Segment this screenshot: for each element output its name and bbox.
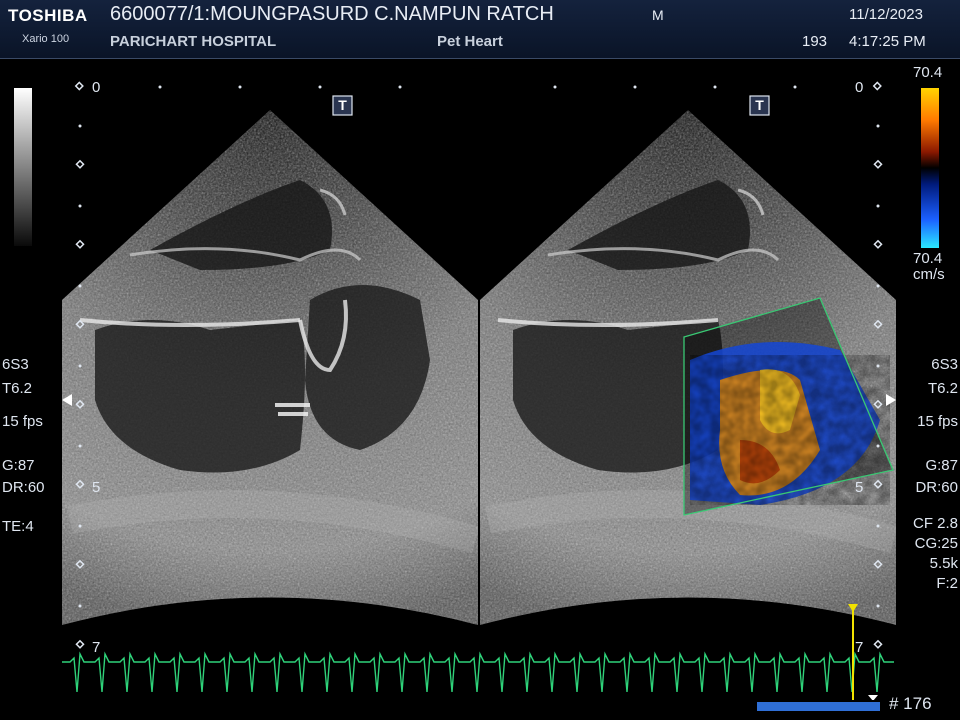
depth-label-bottom-left: 7 bbox=[92, 639, 101, 656]
image-counter: 193 bbox=[802, 33, 828, 50]
cine-end-marker bbox=[868, 695, 878, 700]
orientation-label-right: T bbox=[755, 97, 764, 113]
cine-progress-bar[interactable] bbox=[757, 702, 880, 711]
left-gain: G:87 bbox=[2, 457, 35, 474]
depth-label-mid-left: 5 bbox=[92, 479, 101, 496]
depth-label-bottom-right: 7 bbox=[855, 639, 864, 656]
header-bar: TOSHIBA Xario 100 6600077/1:MOUNGPASURD … bbox=[0, 0, 960, 59]
right-prf: 5.5k bbox=[929, 555, 958, 572]
right-frequency: T6.2 bbox=[927, 380, 958, 397]
right-filter: F:2 bbox=[936, 575, 958, 592]
frame-number: # 176 bbox=[889, 694, 932, 713]
depth-label-top-right: 0 bbox=[855, 79, 864, 96]
exam-date: 11/12/2023 bbox=[849, 6, 923, 23]
right-color-gain: CG:25 bbox=[914, 535, 958, 552]
left-frame-rate: 15 fps bbox=[2, 413, 43, 430]
right-color-doppler-image bbox=[480, 110, 896, 625]
patient-id: 6600077/1:MOUNGPASURD C.NAMPUN RATCH bbox=[110, 3, 554, 25]
right-color-frequency: CF 2.8 bbox=[912, 515, 958, 532]
ultrasound-view bbox=[62, 81, 896, 700]
patient-sex: M bbox=[652, 7, 664, 23]
model-name: Xario 100 bbox=[22, 33, 70, 45]
left-frequency: T6.2 bbox=[2, 380, 33, 397]
depth-label-top-left: 0 bbox=[92, 79, 101, 96]
ecg-trace bbox=[62, 651, 894, 693]
orientation-label-left: T bbox=[338, 97, 347, 113]
depth-label-mid-right: 5 bbox=[855, 479, 864, 496]
exam-time: 4:17:25 PM bbox=[849, 33, 926, 50]
left-dynamic-range: DR:60 bbox=[2, 479, 45, 496]
left-probe: 6S3 bbox=[2, 356, 29, 373]
left-bmode-image bbox=[62, 110, 478, 625]
hospital-name: PARICHART HOSPITAL bbox=[110, 33, 277, 50]
brand-logo: TOSHIBA bbox=[8, 6, 88, 25]
right-probe: 6S3 bbox=[931, 356, 958, 373]
right-frame-rate: 15 fps bbox=[917, 413, 958, 430]
left-tissue-enhancement: TE:4 bbox=[2, 518, 34, 535]
right-dynamic-range: DR:60 bbox=[915, 479, 958, 496]
study-type: Pet Heart bbox=[437, 33, 503, 50]
right-gain: G:87 bbox=[925, 457, 958, 474]
